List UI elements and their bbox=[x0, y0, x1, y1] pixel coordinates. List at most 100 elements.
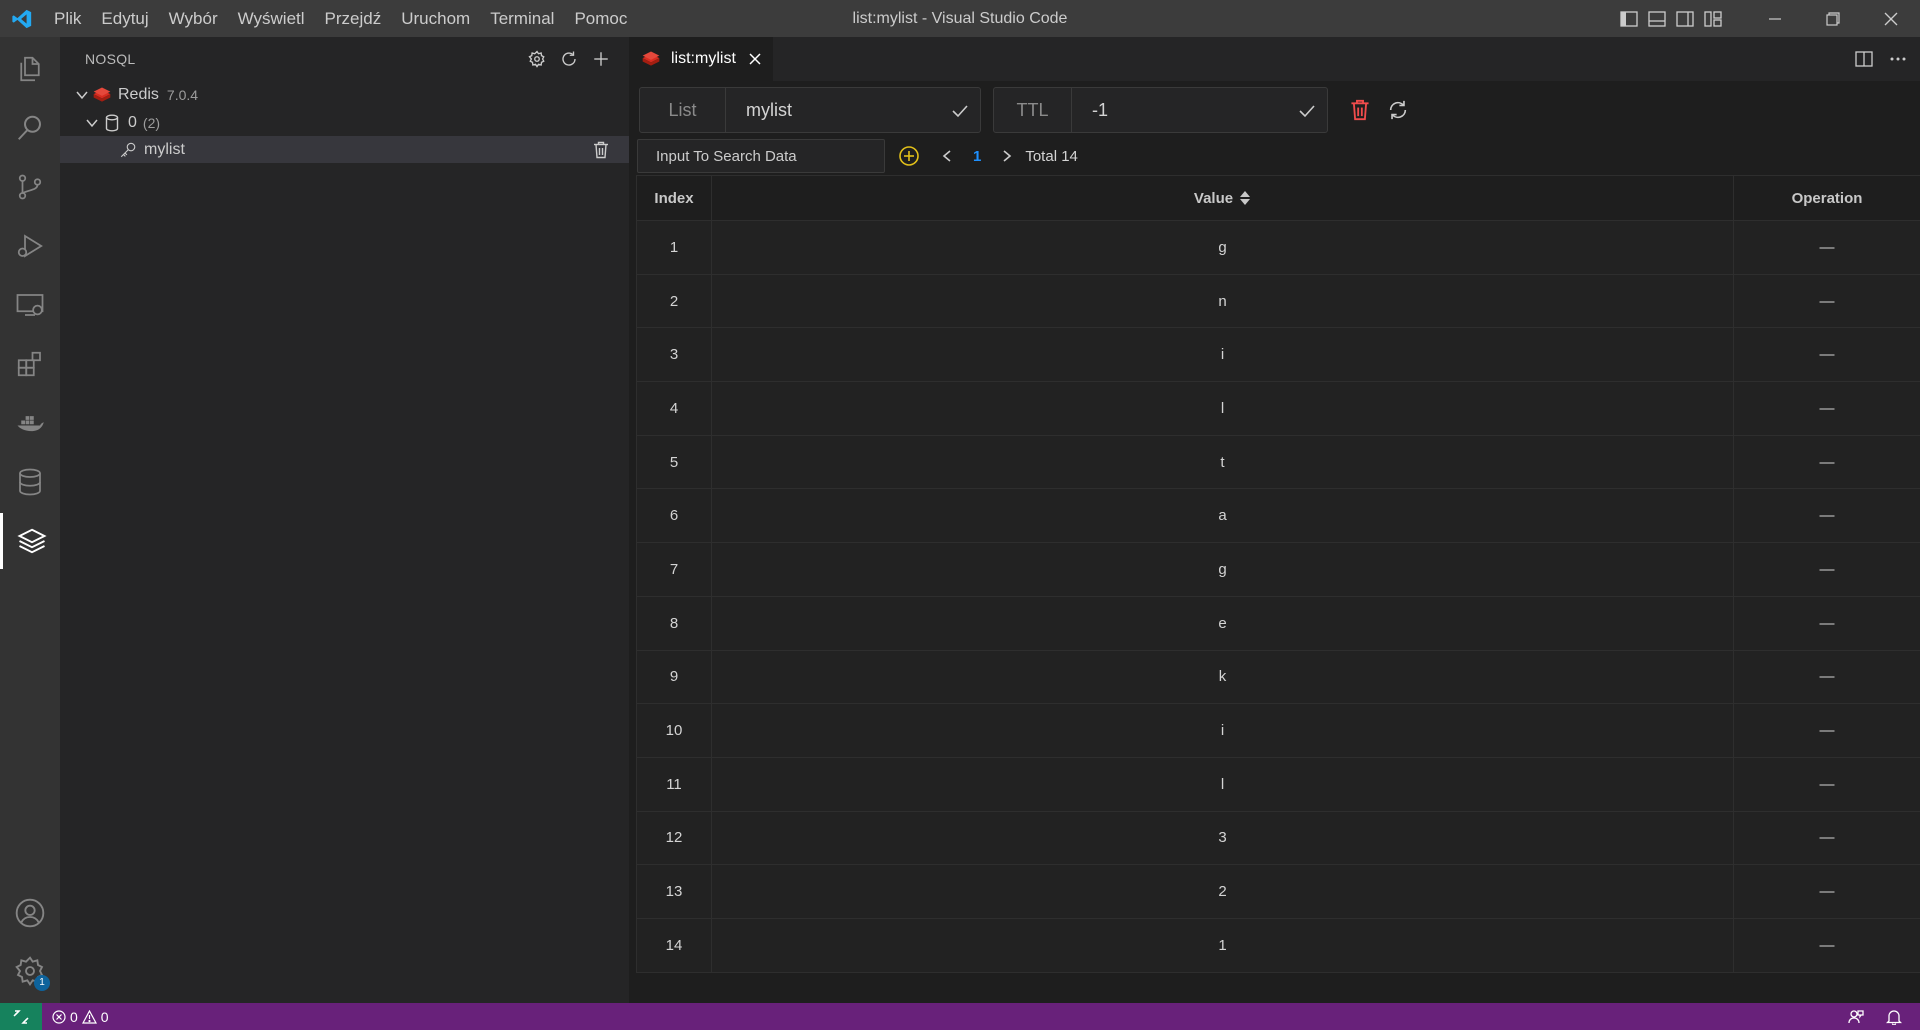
table-row[interactable]: 8 e — bbox=[636, 596, 1920, 651]
search-input[interactable] bbox=[637, 139, 885, 173]
row-operation[interactable]: — bbox=[1734, 704, 1920, 757]
row-value[interactable]: 3 bbox=[712, 811, 1734, 865]
tree-item-database-0[interactable]: 0 (2) bbox=[60, 109, 629, 136]
toggle-panel-icon[interactable] bbox=[1646, 8, 1668, 30]
account-icon[interactable] bbox=[0, 885, 60, 941]
table-row[interactable]: 3 i — bbox=[636, 328, 1920, 383]
tree-item-redis-connection[interactable]: Redis 7.0.4 bbox=[60, 81, 629, 108]
close-tab-icon[interactable] bbox=[745, 49, 765, 69]
menu-edytuj[interactable]: Edytuj bbox=[91, 0, 158, 37]
add-item-icon[interactable] bbox=[897, 144, 921, 168]
previous-page-icon[interactable] bbox=[935, 144, 959, 168]
remote-explorer-icon[interactable] bbox=[0, 277, 60, 333]
table-row[interactable]: 10 i — bbox=[636, 704, 1920, 758]
docker-icon[interactable] bbox=[0, 395, 60, 451]
row-value[interactable]: t bbox=[712, 435, 1734, 489]
toggle-primary-sidebar-icon[interactable] bbox=[1618, 8, 1640, 30]
column-header-value[interactable]: Value bbox=[712, 176, 1734, 220]
settings-gear-icon[interactable]: 1 bbox=[0, 943, 60, 999]
database-icon[interactable] bbox=[0, 454, 60, 510]
menu-uruchom[interactable]: Uruchom bbox=[391, 0, 480, 37]
row-operation[interactable]: — bbox=[1734, 919, 1920, 972]
delete-key-trash-icon[interactable] bbox=[1348, 98, 1372, 122]
problems-indicator[interactable]: 0 0 bbox=[52, 1009, 109, 1025]
notifications-bell-icon[interactable] bbox=[1884, 1007, 1904, 1027]
close-window-button[interactable] bbox=[1862, 0, 1920, 37]
extensions-icon[interactable] bbox=[0, 336, 60, 392]
row-value[interactable]: i bbox=[712, 704, 1734, 757]
table-row[interactable]: 11 l — bbox=[636, 757, 1920, 812]
row-value[interactable]: e bbox=[712, 596, 1734, 650]
rename-check-icon[interactable] bbox=[950, 101, 970, 121]
menu-pomoc[interactable]: Pomoc bbox=[564, 0, 637, 37]
feedback-icon[interactable] bbox=[1846, 1007, 1866, 1027]
search-icon[interactable] bbox=[0, 100, 60, 156]
row-operation[interactable]: — bbox=[1734, 758, 1920, 811]
table-row[interactable]: 13 2— bbox=[636, 865, 1920, 919]
menu-wyswietl[interactable]: Wyświetl bbox=[228, 0, 315, 37]
split-editor-icon[interactable] bbox=[1854, 49, 1874, 69]
row-operation[interactable]: — bbox=[1734, 597, 1920, 650]
current-page[interactable]: 1 bbox=[973, 148, 981, 165]
tree-item-key-mylist[interactable]: mylist bbox=[60, 136, 629, 163]
refresh-icon[interactable] bbox=[559, 49, 579, 69]
key-name-input[interactable]: mylist bbox=[726, 88, 980, 132]
more-actions-icon[interactable] bbox=[1888, 49, 1908, 69]
row-operation[interactable]: — bbox=[1734, 328, 1920, 381]
menu-terminal[interactable]: Terminal bbox=[480, 0, 564, 37]
menu-przejdz[interactable]: Przejdź bbox=[315, 0, 392, 37]
value-header-label: Value bbox=[1193, 189, 1234, 207]
row-value[interactable]: k bbox=[712, 650, 1734, 704]
row-value[interactable]: 2 bbox=[712, 865, 1734, 918]
row-operation[interactable]: — bbox=[1734, 651, 1920, 704]
row-operation[interactable]: — bbox=[1734, 436, 1920, 489]
table-row[interactable]: 4 l — bbox=[636, 382, 1920, 436]
delete-key-icon[interactable] bbox=[591, 140, 611, 160]
row-operation[interactable]: — bbox=[1734, 489, 1920, 542]
row-value[interactable]: i bbox=[712, 328, 1734, 382]
row-index: 7 bbox=[636, 543, 712, 596]
toggle-secondary-sidebar-icon[interactable] bbox=[1674, 8, 1696, 30]
minimize-button[interactable] bbox=[1746, 0, 1804, 37]
row-value[interactable]: l bbox=[712, 757, 1734, 811]
nosql-icon[interactable] bbox=[0, 513, 60, 569]
column-header-index: Index bbox=[636, 176, 712, 220]
row-operation[interactable]: — bbox=[1734, 865, 1920, 918]
table-row[interactable]: 1 g — bbox=[636, 221, 1920, 275]
table-row[interactable]: 6 a — bbox=[636, 489, 1920, 544]
run-debug-icon[interactable] bbox=[0, 218, 60, 274]
menu-wybor[interactable]: Wybór bbox=[159, 0, 228, 37]
ttl-check-icon[interactable] bbox=[1297, 101, 1317, 121]
row-value[interactable]: l bbox=[712, 382, 1734, 435]
row-value[interactable]: g bbox=[712, 221, 1734, 274]
customize-layout-icon[interactable] bbox=[1702, 8, 1724, 30]
settings-icon[interactable] bbox=[527, 49, 547, 69]
row-value[interactable]: a bbox=[712, 489, 1734, 543]
table-row[interactable]: 2 n — bbox=[636, 274, 1920, 329]
table-row[interactable]: 7 g — bbox=[636, 543, 1920, 597]
restore-button[interactable] bbox=[1804, 0, 1862, 37]
add-connection-icon[interactable] bbox=[591, 49, 611, 69]
row-operation[interactable]: — bbox=[1734, 543, 1920, 596]
table-row[interactable]: 14 1— bbox=[636, 918, 1920, 973]
table-row[interactable]: 5 t — bbox=[636, 435, 1920, 490]
menu-plik[interactable]: Plik bbox=[44, 0, 91, 37]
reload-key-icon[interactable] bbox=[1386, 98, 1410, 122]
ttl-input[interactable]: -1 bbox=[1072, 88, 1327, 132]
row-operation[interactable]: — bbox=[1734, 812, 1920, 865]
row-value[interactable]: g bbox=[712, 543, 1734, 596]
row-operation[interactable]: — bbox=[1734, 382, 1920, 435]
table-row[interactable]: 12 3— bbox=[636, 811, 1920, 866]
tab-list-mylist[interactable]: list:mylist bbox=[631, 37, 773, 81]
sort-icon[interactable] bbox=[1239, 190, 1251, 206]
row-value[interactable]: 1 bbox=[712, 918, 1734, 972]
row-value[interactable]: n bbox=[712, 274, 1734, 328]
remote-indicator-icon[interactable] bbox=[0, 1003, 42, 1030]
row-index: 13 bbox=[636, 865, 712, 918]
row-operation[interactable]: — bbox=[1734, 221, 1920, 274]
table-row[interactable]: 9 k — bbox=[636, 650, 1920, 705]
row-operation[interactable]: — bbox=[1734, 275, 1920, 328]
source-control-icon[interactable] bbox=[0, 159, 60, 215]
explorer-icon[interactable] bbox=[0, 41, 60, 97]
next-page-icon[interactable] bbox=[995, 144, 1019, 168]
